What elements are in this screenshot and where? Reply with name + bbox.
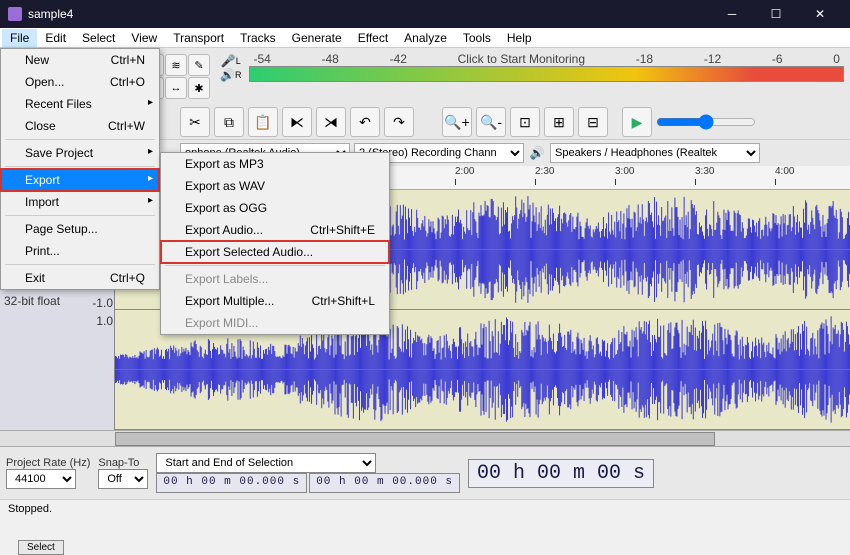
- menu-file[interactable]: File: [2, 29, 37, 47]
- multi-tool-button[interactable]: ✱: [188, 77, 210, 99]
- menu-effect[interactable]: Effect: [350, 29, 396, 47]
- zoom-toggle-button[interactable]: ⊟: [578, 107, 608, 137]
- export-labels[interactable]: Export Labels...: [161, 268, 389, 290]
- menu-transport[interactable]: Transport: [165, 29, 232, 47]
- output-icon: 🔊: [528, 144, 546, 162]
- status-bar: Stopped.: [0, 499, 850, 518]
- menu-import[interactable]: Import: [1, 191, 159, 213]
- meter-scale: -54-48-42 Click to Start Monitoring -18-…: [249, 52, 844, 66]
- menu-edit[interactable]: Edit: [37, 29, 74, 47]
- paste-button[interactable]: 📋: [248, 107, 278, 137]
- menu-tracks[interactable]: Tracks: [232, 29, 284, 47]
- track-select-button[interactable]: Select: [18, 540, 64, 555]
- menu-generate[interactable]: Generate: [284, 29, 350, 47]
- menu-page-setup[interactable]: Page Setup...: [1, 218, 159, 240]
- silence-button[interactable]: ⧕: [316, 107, 346, 137]
- menu-exit[interactable]: ExitCtrl+Q: [1, 267, 159, 289]
- timeshift-tool-button[interactable]: ↔: [165, 77, 187, 99]
- minimize-button[interactable]: ─: [710, 0, 754, 28]
- meter-monitor-text: Click to Start Monitoring: [458, 52, 585, 66]
- menu-save-project[interactable]: Save Project: [1, 142, 159, 164]
- zoom-in-button[interactable]: 🔍+: [442, 107, 472, 137]
- mic-icon: 🎤: [221, 54, 236, 68]
- fit-selection-button[interactable]: ⊡: [510, 107, 540, 137]
- export-mp3[interactable]: Export as MP3: [161, 153, 389, 175]
- selection-start-time[interactable]: 00 h 00 m 00.000 s: [156, 473, 307, 493]
- export-midi[interactable]: Export MIDI...: [161, 312, 389, 334]
- menu-recent-files[interactable]: Recent Files: [1, 93, 159, 115]
- file-menu-dropdown: NewCtrl+N Open...Ctrl+O Recent Files Clo…: [0, 48, 160, 290]
- undo-button[interactable]: ↶: [350, 107, 380, 137]
- zoom-out-button[interactable]: 🔍-: [476, 107, 506, 137]
- trim-button[interactable]: ⧔: [282, 107, 312, 137]
- export-submenu: Export as MP3 Export as WAV Export as OG…: [160, 152, 390, 335]
- redo-button[interactable]: ↷: [384, 107, 414, 137]
- scrollbar-thumb[interactable]: [115, 432, 715, 446]
- selection-end-time[interactable]: 00 h 00 m 00.000 s: [309, 473, 460, 493]
- snap-to-label: Snap-To: [98, 457, 148, 469]
- menu-bar: File Edit Select View Transport Tracks G…: [0, 28, 850, 48]
- envelope-tool-button[interactable]: ≋: [165, 54, 187, 76]
- menu-close[interactable]: CloseCtrl+W: [1, 115, 159, 137]
- selection-toolbar: Project Rate (Hz) 44100 Snap-To Off Star…: [0, 446, 850, 499]
- output-device-select[interactable]: Speakers / Headphones (Realtek: [550, 143, 760, 163]
- menu-select[interactable]: Select: [74, 29, 123, 47]
- menu-analyze[interactable]: Analyze: [396, 29, 455, 47]
- cut-button[interactable]: ✂: [180, 107, 210, 137]
- export-audio[interactable]: Export Audio...Ctrl+Shift+E: [161, 219, 389, 241]
- window-title: sample4: [28, 7, 710, 21]
- copy-button[interactable]: ⧉: [214, 107, 244, 137]
- fit-project-button[interactable]: ⊞: [544, 107, 574, 137]
- snap-to-select[interactable]: Off: [98, 469, 148, 489]
- maximize-button[interactable]: ☐: [754, 0, 798, 28]
- draw-tool-button[interactable]: ✎: [188, 54, 210, 76]
- menu-print[interactable]: Print...: [1, 240, 159, 262]
- export-multiple[interactable]: Export Multiple...Ctrl+Shift+L: [161, 290, 389, 312]
- menu-open[interactable]: Open...Ctrl+O: [1, 71, 159, 93]
- playback-speed-slider[interactable]: [656, 114, 756, 130]
- recording-meter[interactable]: [249, 66, 844, 82]
- title-bar: sample4 ─ ☐ ✕: [0, 0, 850, 28]
- export-selected-audio[interactable]: Export Selected Audio...: [161, 241, 389, 263]
- horizontal-scrollbar[interactable]: [0, 430, 850, 446]
- speaker-icon: 🔊: [220, 68, 235, 82]
- menu-new[interactable]: NewCtrl+N: [1, 49, 159, 71]
- menu-help[interactable]: Help: [499, 29, 540, 47]
- audio-position-time[interactable]: 00 h 00 m 00 s: [468, 459, 654, 488]
- menu-export[interactable]: Export: [1, 169, 159, 191]
- menu-view[interactable]: View: [123, 29, 165, 47]
- export-ogg[interactable]: Export as OGG: [161, 197, 389, 219]
- app-icon: [8, 7, 22, 21]
- export-wav[interactable]: Export as WAV: [161, 175, 389, 197]
- close-button[interactable]: ✕: [798, 0, 842, 28]
- play-at-speed-button[interactable]: ▶: [622, 107, 652, 137]
- menu-tools[interactable]: Tools: [455, 29, 499, 47]
- selection-type-select[interactable]: Start and End of Selection: [156, 453, 376, 473]
